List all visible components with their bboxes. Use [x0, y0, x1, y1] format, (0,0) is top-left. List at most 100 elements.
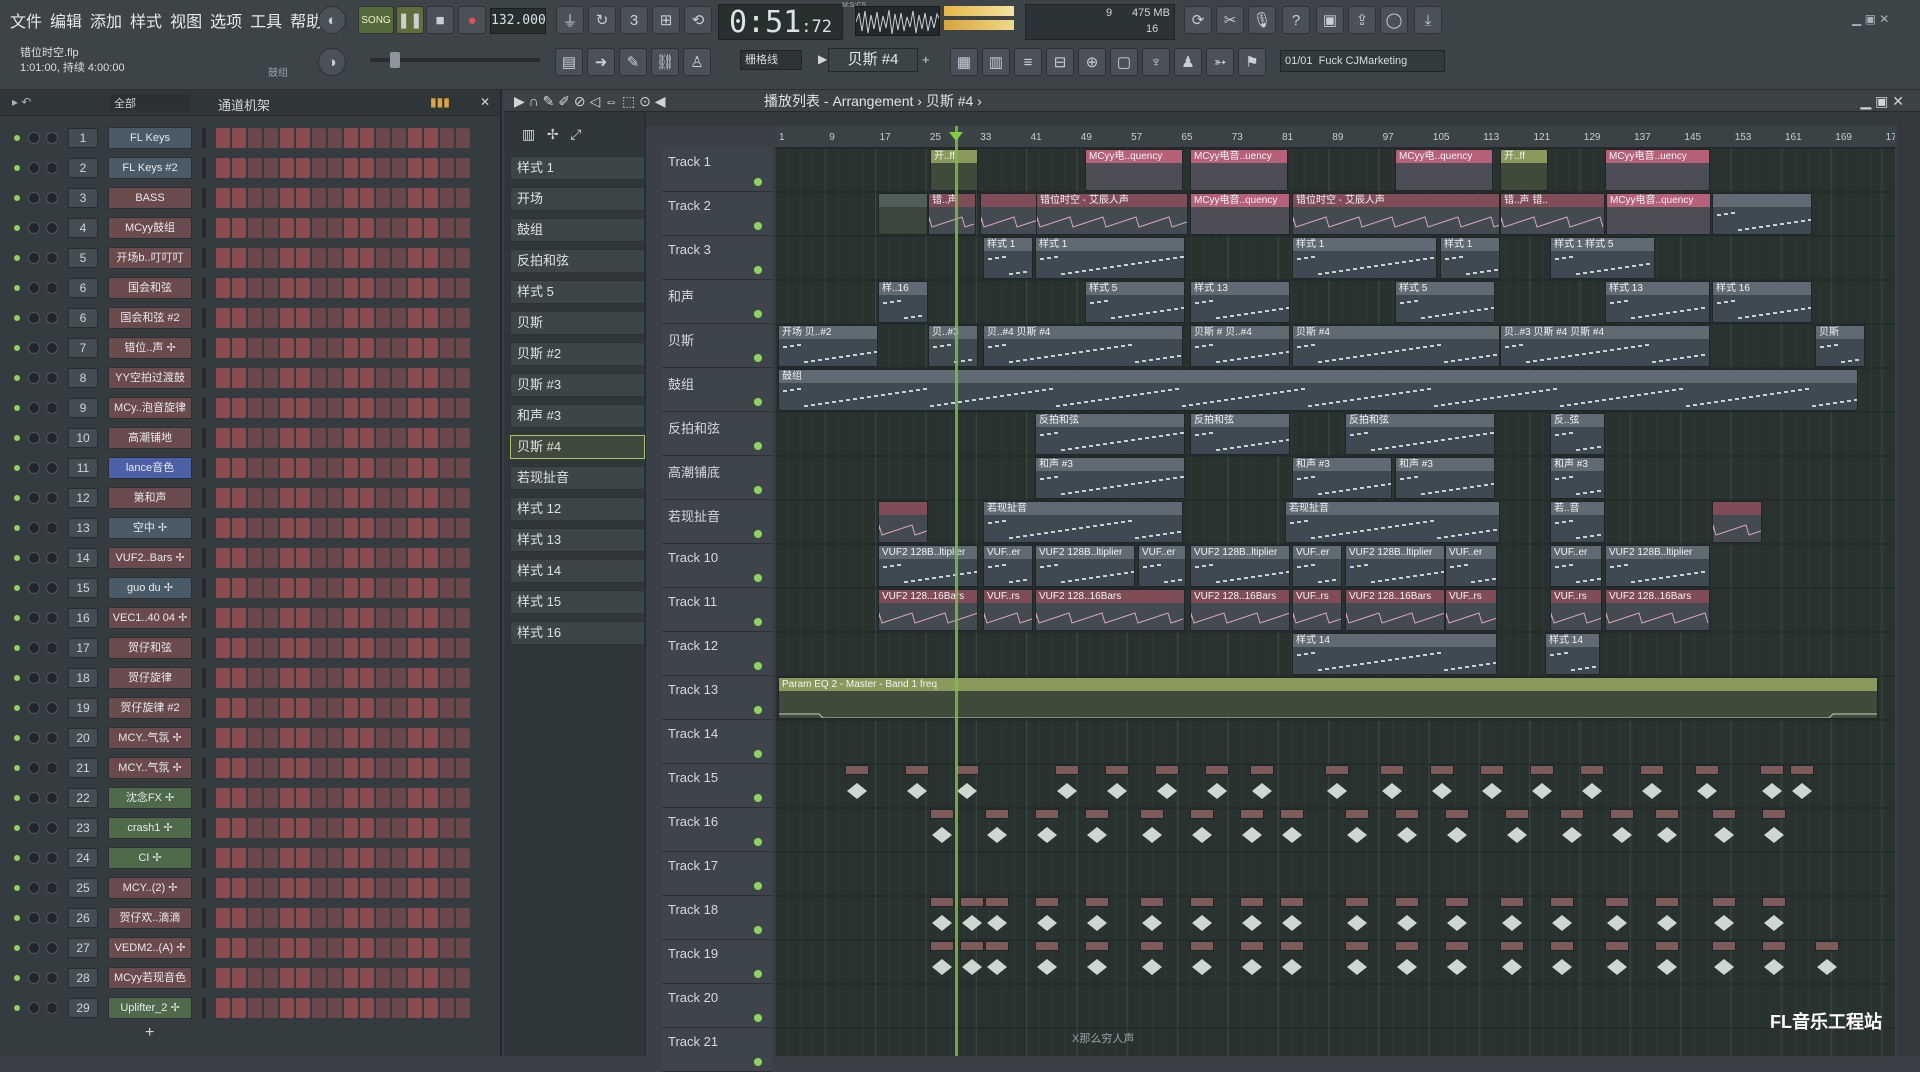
one-shot-clip[interactable] [1640, 765, 1664, 807]
step-button[interactable] [408, 608, 422, 628]
step-button[interactable] [408, 368, 422, 388]
add-pattern-icon[interactable]: + [922, 52, 930, 67]
playlist-clip[interactable]: 若现扯音 [1285, 501, 1500, 543]
step-button[interactable] [376, 578, 390, 598]
step-button[interactable] [264, 188, 278, 208]
step-button[interactable] [344, 848, 358, 868]
channel-select-bar[interactable] [202, 668, 206, 688]
step-button[interactable] [392, 638, 406, 658]
channel-select-bar[interactable] [202, 158, 206, 178]
stop-button[interactable]: ■ [426, 6, 454, 34]
blend-notes-icon[interactable]: ⟲ [684, 6, 712, 34]
step-button[interactable] [376, 398, 390, 418]
step-button[interactable] [360, 428, 374, 448]
channel-volume-knob[interactable] [28, 372, 40, 384]
one-shot-clip[interactable] [1035, 809, 1059, 851]
channel-led[interactable] [14, 975, 20, 981]
track-header[interactable]: Track 3 [662, 236, 772, 280]
step-button[interactable] [280, 458, 294, 478]
step-button[interactable] [312, 428, 326, 448]
step-button[interactable] [232, 878, 246, 898]
step-button[interactable] [264, 518, 278, 538]
step-button[interactable] [296, 158, 310, 178]
channel-volume-knob[interactable] [28, 732, 40, 744]
step-button[interactable] [408, 548, 422, 568]
step-button[interactable] [328, 128, 342, 148]
step-button[interactable] [232, 458, 246, 478]
track-enable-led[interactable] [754, 882, 762, 890]
one-shot-clip[interactable] [985, 809, 1009, 851]
channel-name-button[interactable]: crash1 ✢ [108, 817, 192, 839]
playlist-clip[interactable]: 样式 14 [1545, 633, 1600, 675]
step-button[interactable] [456, 548, 470, 568]
playlist-clip[interactable] [878, 193, 928, 235]
step-button[interactable] [424, 608, 438, 628]
step-button[interactable] [248, 848, 262, 868]
one-shot-clip[interactable] [1655, 897, 1679, 939]
step-button[interactable] [392, 608, 406, 628]
playlist-clip[interactable]: 反拍和弦 [1345, 413, 1495, 455]
channel-row[interactable]: 19 贺仔旋律 #2 [0, 696, 485, 720]
step-button[interactable] [216, 548, 230, 568]
menu-tools[interactable]: 工具 [246, 8, 286, 32]
step-button[interactable] [312, 938, 326, 958]
bird-icon[interactable]: ➳ [1206, 48, 1234, 76]
picker-tools-icon[interactable]: ▥ ✢ ⤢ [522, 126, 582, 143]
playhead-marker-icon[interactable] [949, 132, 963, 141]
playlist-clip[interactable]: MCyy电..quency [1085, 149, 1183, 191]
channel-volume-knob[interactable] [28, 282, 40, 294]
step-button[interactable] [376, 368, 390, 388]
step-button[interactable] [360, 308, 374, 328]
step-button[interactable] [408, 128, 422, 148]
channel-select-bar[interactable] [202, 488, 206, 508]
step-button[interactable] [408, 218, 422, 238]
one-shot-clip[interactable] [985, 897, 1009, 939]
step-button[interactable] [296, 638, 310, 658]
channel-led[interactable] [14, 225, 20, 231]
step-button[interactable] [328, 578, 342, 598]
track-header[interactable]: Track 15 [662, 764, 772, 808]
step-button[interactable] [360, 758, 374, 778]
playlist-clip[interactable]: 样式 1 [983, 237, 1033, 279]
step-button[interactable] [408, 788, 422, 808]
channel-led[interactable] [14, 465, 20, 471]
step-button[interactable] [392, 278, 406, 298]
step-button[interactable] [360, 908, 374, 928]
plugin-icon[interactable]: ▢ [1110, 48, 1138, 76]
channel-row[interactable]: 28 MCyy若现音色 [0, 966, 485, 990]
step-button[interactable] [328, 398, 342, 418]
track-header[interactable]: Track 17 [662, 852, 772, 896]
channel-name-button[interactable]: MCY..(2) ✢ [108, 877, 192, 899]
step-button[interactable] [344, 218, 358, 238]
channel-name-button[interactable]: 开场b..叮叮叮 [108, 247, 192, 269]
step-button[interactable] [328, 608, 342, 628]
step-button[interactable] [376, 848, 390, 868]
channel-name-button[interactable]: VUF2..Bars ✢ [108, 547, 192, 569]
step-button[interactable] [248, 908, 262, 928]
step-button[interactable] [312, 878, 326, 898]
channel-pan-knob[interactable] [46, 222, 58, 234]
step-button[interactable] [456, 638, 470, 658]
step-button[interactable] [440, 458, 454, 478]
step-button[interactable] [440, 908, 454, 928]
step-button[interactable] [408, 308, 422, 328]
pattern-item[interactable]: 若现扯音 [510, 466, 645, 490]
step-button[interactable] [376, 698, 390, 718]
step-button[interactable] [312, 548, 326, 568]
step-button[interactable] [248, 218, 262, 238]
step-button[interactable] [440, 488, 454, 508]
step-button[interactable] [296, 548, 310, 568]
step-button[interactable] [424, 758, 438, 778]
step-button[interactable] [312, 218, 326, 238]
step-button[interactable] [280, 938, 294, 958]
channel-name-button[interactable]: 国会和弦 #2 [108, 307, 192, 329]
step-button[interactable] [440, 308, 454, 328]
step-button[interactable] [264, 218, 278, 238]
track-header[interactable]: Track 20 [662, 984, 772, 1028]
step-button[interactable] [216, 398, 230, 418]
playlist-clip[interactable]: VUF..er [1550, 545, 1602, 587]
channel-pan-knob[interactable] [46, 402, 58, 414]
one-shot-clip[interactable] [1395, 897, 1419, 939]
channel-volume-knob[interactable] [28, 642, 40, 654]
step-button[interactable] [424, 158, 438, 178]
